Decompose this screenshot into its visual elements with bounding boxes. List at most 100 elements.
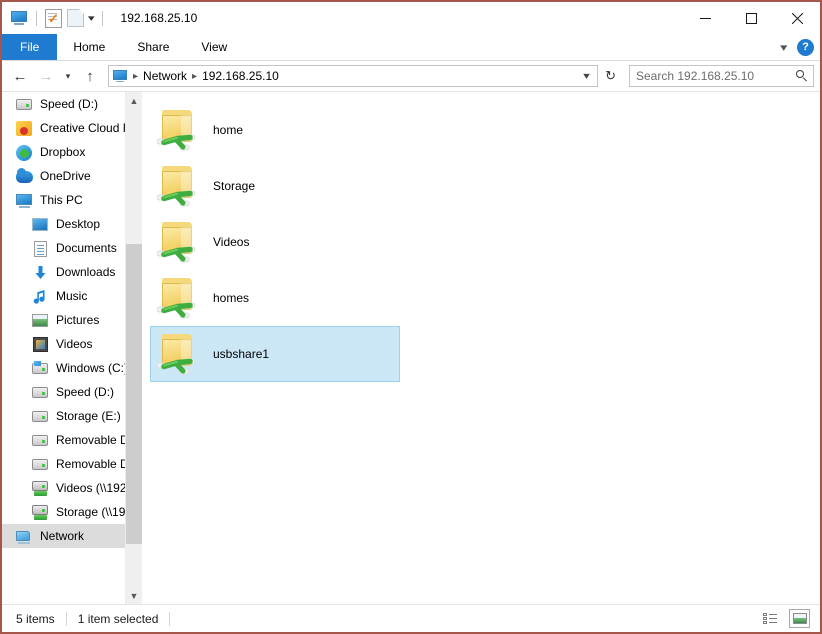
network-share-folder-icon — [157, 276, 203, 320]
tab-file[interactable]: File — [2, 34, 58, 60]
scroll-up-arrow-icon[interactable]: ▲ — [126, 92, 142, 109]
navigation-list: Speed (D:) Creative Cloud Fil Dropbox OneDr… — [2, 92, 142, 548]
properties-icon[interactable]: ✓ — [45, 8, 62, 28]
sidebar-item-label: Desktop — [56, 217, 101, 231]
sidebar-item-desktop[interactable]: Desktop — [2, 212, 142, 236]
sidebar-item-label: Videos — [56, 337, 93, 351]
navigation-scrollbar[interactable]: ▲ ▼ — [125, 92, 142, 604]
sidebar-item-label: Creative Cloud Fil — [40, 121, 136, 135]
sidebar-item-music[interactable]: Music — [2, 284, 142, 308]
this-pc-icon[interactable] — [10, 10, 28, 26]
sidebar-item-storage-192-1[interactable]: Storage (\\192.1( — [2, 500, 142, 524]
file-item-label: home — [213, 123, 244, 137]
quick-access-toolbar: ✓ ▾ 192.168.25.10 — [2, 8, 197, 28]
new-folder-icon[interactable] — [67, 9, 84, 27]
search-input[interactable] — [634, 68, 796, 84]
scroll-down-arrow-icon[interactable]: ▼ — [126, 587, 142, 604]
status-divider-2 — [169, 611, 171, 626]
refresh-icon[interactable]: ↻ — [600, 68, 621, 84]
system-drive-icon — [32, 360, 49, 377]
tab-view[interactable]: View — [185, 34, 243, 60]
navigation-pane: Speed (D:) Creative Cloud Fil Dropbox OneDr… — [2, 92, 142, 604]
ribbon-right-controls: ▾ ? — [781, 34, 814, 60]
network-share-folder-icon — [157, 220, 203, 264]
file-item[interactable]: homes — [150, 270, 400, 326]
file-item[interactable]: home — [150, 102, 400, 158]
explorer-body: Speed (D:) Creative Cloud Fil Dropbox OneDr… — [2, 91, 820, 604]
sidebar-item-label: Pictures — [56, 313, 100, 327]
address-bar[interactable]: ▸ Network ▸ 192.168.25.10 ▾ — [108, 65, 599, 87]
close-button[interactable] — [774, 2, 820, 34]
file-item-label: usbshare1 — [213, 347, 270, 361]
breadcrumb-separator-2: ▸ — [192, 70, 198, 82]
file-list-pane[interactable]: home Storage Videos homes usbshare1 — [142, 92, 820, 604]
sidebar-item-label: OneDrive — [40, 169, 91, 183]
downloads-icon — [32, 264, 49, 281]
sidebar-item-network[interactable]: Network — [2, 524, 142, 548]
up-arrow-icon[interactable]: ↑ — [78, 64, 102, 88]
address-history-chevron-down-icon[interactable]: ▾ — [576, 71, 598, 82]
sidebar-item-creative-cloud-fil[interactable]: Creative Cloud Fil — [2, 116, 142, 140]
sidebar-item-removable-disk[interactable]: Removable Disk — [2, 428, 142, 452]
breadcrumb-separator-1: ▸ — [133, 70, 139, 82]
sidebar-item-label: Dropbox — [40, 145, 86, 159]
recent-locations-chevron-down-icon[interactable]: ▾ — [60, 64, 76, 88]
item-grid: home Storage Videos homes usbshare1 — [150, 102, 820, 602]
tab-share[interactable]: Share — [121, 34, 185, 60]
creative-cloud-icon — [16, 120, 33, 137]
sidebar-item-label: Speed (D:) — [40, 97, 99, 111]
forward-arrow-icon[interactable]: → — [34, 64, 58, 88]
sidebar-item-speed-d[interactable]: Speed (D:) — [2, 380, 142, 404]
sidebar-item-downloads[interactable]: Downloads — [2, 260, 142, 284]
file-item[interactable]: Videos — [150, 214, 400, 270]
sidebar-item-dropbox[interactable]: Dropbox — [2, 140, 142, 164]
expand-ribbon-chevron-down-icon[interactable]: ▾ — [781, 41, 788, 54]
selection-count: 1 item selected — [77, 611, 159, 626]
details-view-button[interactable] — [761, 610, 780, 627]
tab-home[interactable]: Home — [57, 34, 121, 60]
drive-icon — [32, 432, 49, 449]
ribbon-tab-bar: File Home Share View ▾ ? — [2, 34, 820, 61]
sidebar-item-this-pc[interactable]: This PC — [2, 188, 142, 212]
sidebar-item-speed-d[interactable]: Speed (D:) — [2, 92, 142, 116]
sidebar-item-videos[interactable]: Videos — [2, 332, 142, 356]
sidebar-item-label: Downloads — [56, 265, 116, 279]
search-icon[interactable] — [796, 69, 809, 83]
file-item[interactable]: usbshare1 — [150, 326, 400, 382]
sidebar-item-pictures[interactable]: Pictures — [2, 308, 142, 332]
drive-icon — [32, 456, 49, 473]
this-pc-icon — [16, 192, 33, 209]
desktop-icon — [32, 216, 49, 233]
large-icons-view-icon — [792, 613, 807, 624]
sidebar-item-onedrive[interactable]: OneDrive — [2, 164, 142, 188]
file-item[interactable]: Storage — [150, 158, 400, 214]
sidebar-item-documents[interactable]: Documents — [2, 236, 142, 260]
address-this-pc-icon — [113, 69, 128, 83]
title-bar: ✓ ▾ 192.168.25.10 — [2, 2, 820, 34]
sidebar-item-removable-disk[interactable]: Removable Disk — [2, 452, 142, 476]
sidebar-item-label: Speed (D:) — [56, 385, 115, 399]
sidebar-item-videos-192-16[interactable]: Videos (\\192.16 — [2, 476, 142, 500]
sidebar-item-windows-c[interactable]: Windows (C:) — [2, 356, 142, 380]
back-arrow-icon[interactable]: ← — [8, 64, 32, 88]
drive-icon — [32, 384, 49, 401]
onedrive-icon — [16, 167, 33, 185]
sidebar-item-storage-e[interactable]: Storage (E:) — [2, 404, 142, 428]
large-icons-view-button[interactable] — [789, 609, 810, 628]
maximize-button[interactable] — [728, 2, 774, 34]
status-bar: 5 items 1 item selected — [2, 604, 820, 632]
breadcrumb-network[interactable]: Network — [141, 69, 189, 83]
file-item-label: homes — [213, 291, 250, 305]
network-share-folder-icon — [157, 108, 203, 152]
drive-icon — [16, 96, 33, 113]
status-divider-1 — [65, 611, 67, 626]
minimize-button[interactable] — [682, 2, 728, 34]
sidebar-item-label: Storage (E:) — [56, 409, 121, 423]
scrollbar-thumb[interactable] — [126, 244, 142, 544]
network-icon — [16, 528, 33, 545]
help-icon[interactable]: ? — [797, 38, 814, 56]
window-controls — [682, 2, 820, 34]
search-box[interactable] — [629, 65, 814, 87]
customize-quick-access-caret[interactable]: ▾ — [88, 13, 95, 24]
breadcrumb-host[interactable]: 192.168.25.10 — [200, 69, 281, 83]
